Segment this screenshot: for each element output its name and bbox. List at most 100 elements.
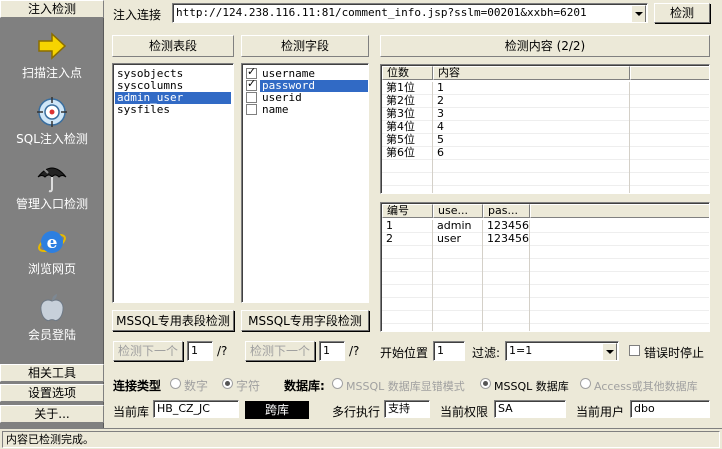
grid-cell: 第1位 [386, 81, 415, 94]
grid-cell: 1 [437, 81, 444, 94]
detect-button[interactable]: 检测 [654, 3, 710, 23]
multi-exec-label: 多行执行 [332, 405, 381, 419]
permission-input[interactable]: SA [494, 400, 566, 418]
stop-on-error-checkbox[interactable] [629, 345, 640, 356]
grid-column-header[interactable]: pas... [483, 204, 530, 218]
url-value: http://124.238.116.11:81/comment_info.js… [176, 6, 587, 19]
grid-cell: 2 [437, 94, 444, 107]
db-mssql-error-radio[interactable] [332, 378, 343, 389]
grid-column-line [482, 220, 483, 331]
sidebar-tool-scan[interactable]: 扫描注入点 [0, 24, 104, 88]
sidebar-tool-label: 浏览网页 [27, 262, 76, 276]
database-label: 数据库: [284, 379, 325, 393]
db-mssql-error-label: MSSQL 数据库显错模式 [346, 380, 465, 393]
grid-column-line [432, 82, 433, 193]
start-position-input[interactable]: 1 [433, 341, 465, 361]
tables-panel-header: 检测表段 [112, 35, 234, 57]
grid-cell: 4 [437, 120, 444, 133]
filter-label: 过滤: [472, 346, 501, 360]
sidebar-tab-related-tools[interactable]: 相关工具 [0, 364, 104, 382]
sidebar-tool-sql[interactable]: SQL注入检测 [0, 90, 104, 154]
start-position-label: 开始位置 [380, 346, 429, 360]
db-access-label: Access或其他数据库 [594, 380, 698, 393]
field-name: name [262, 103, 289, 116]
sidebar-tab-injection[interactable]: 注入检测 [0, 0, 104, 18]
permission-label: 当前权限 [440, 405, 489, 419]
grid-header-filler [530, 204, 709, 218]
mssql-tables-detect-button[interactable]: MSSQL专用表段检测 [112, 310, 234, 331]
next-table-count-input[interactable]: 1 [187, 341, 213, 361]
sidebar-tab-about[interactable]: 关于... [0, 405, 104, 423]
current-db-input[interactable]: HB_CZ_JC [153, 400, 239, 418]
ie-browser-icon: e [38, 231, 66, 253]
detect-next-table-button[interactable]: 检测下一个 [113, 341, 183, 361]
status-bar: 内容已检测完成。 [0, 428, 722, 449]
grid-cell: 第2位 [386, 94, 415, 107]
content-panel-header: 检测内容 (2/2) [380, 35, 710, 57]
sidebar-tool-label: SQL注入检测 [16, 132, 88, 146]
conn-type-string-label: 字符 [236, 379, 261, 393]
fields-listbox[interactable]: usernamepassworduseridname [241, 63, 369, 303]
grid-column-line [529, 220, 530, 331]
grid-cell: 1 [386, 219, 393, 232]
url-input[interactable]: http://124.238.116.11:81/comment_info.js… [172, 3, 648, 23]
grid-cell: 5 [437, 133, 444, 146]
tables-listbox[interactable]: sysobjects syscolumns admin_user sysfiles [112, 63, 234, 303]
grid-cell: 3 [437, 107, 444, 120]
db-mssql-label: MSSQL 数据库 [494, 380, 569, 393]
next-field-count-input[interactable]: 1 [319, 341, 345, 361]
grid-cell: 第6位 [386, 146, 415, 159]
stop-on-error-label: 错误时停止 [644, 346, 705, 360]
conn-type-string-radio[interactable] [222, 378, 233, 389]
filter-dropdown-arrow-icon[interactable] [602, 343, 617, 360]
table-list-item[interactable]: sysfiles [115, 104, 231, 116]
sidebar-tool-admin-entry[interactable]: 管理入口检测 [0, 155, 104, 219]
grid-cell: 第3位 [386, 107, 415, 120]
sidebar-tool-member-login[interactable]: 会员登陆 [0, 286, 104, 350]
umbrella-icon [37, 167, 67, 193]
cross-db-button[interactable]: 跨库 [245, 401, 309, 419]
url-label: 注入连接 [113, 8, 162, 22]
sidebar-tool-label: 会员登陆 [27, 328, 76, 342]
sidebar-tool-browse[interactable]: e 浏览网页 [0, 220, 104, 284]
svg-text:e: e [47, 233, 58, 253]
next-field-total: /? [349, 344, 360, 358]
grid-cell: admin [437, 219, 472, 232]
multi-exec-input[interactable]: 支持 [384, 400, 430, 418]
fields-panel-header: 检测字段 [241, 35, 369, 57]
sidebar-tab-settings[interactable]: 设置选项 [0, 384, 104, 402]
next-table-total: /? [217, 344, 228, 358]
status-text: 内容已检测完成。 [2, 431, 720, 448]
url-dropdown-arrow-icon[interactable] [631, 5, 646, 22]
result-grid[interactable]: 编号 use... pas... 1 admin 123456 2 user 123456 [380, 202, 710, 332]
connection-type-label: 连接类型 [113, 379, 162, 393]
db-mssql-radio[interactable] [480, 378, 491, 389]
sidebar-tool-label: 扫描注入点 [21, 66, 82, 80]
current-user-label: 当前用户 [576, 405, 625, 419]
grid-cell: 第4位 [386, 120, 415, 133]
grid-cell: 6 [437, 146, 444, 159]
conn-type-number-radio[interactable] [170, 378, 181, 389]
grid-column-header[interactable]: 位数 [382, 66, 433, 80]
grid-cell: 2 [386, 232, 393, 245]
db-access-radio[interactable] [580, 378, 591, 389]
sidebar: 注入检测 扫描注入点 SQL注入检测 管理入口检测 e 浏览网页 会员登陆 相关… [0, 0, 104, 428]
arrow-right-icon [38, 32, 67, 60]
field-checkbox[interactable] [246, 92, 257, 103]
grid-column-line [629, 82, 630, 193]
field-checkbox[interactable] [246, 78, 257, 91]
grid-column-header[interactable]: 编号 [382, 204, 433, 218]
grid-cell: user [437, 232, 461, 245]
mssql-fields-detect-button[interactable]: MSSQL专用字段检测 [241, 310, 369, 331]
position-content-grid[interactable]: 位数 内容 第1位 1 第2位 2 第3位 3 第4位 4 第5位 5 第6位 6 [380, 64, 710, 194]
grid-cell: 123456 [487, 219, 529, 232]
field-checkbox[interactable] [246, 104, 257, 115]
current-user-input[interactable]: dbo [630, 400, 710, 418]
detect-next-field-button[interactable]: 检测下一个 [245, 341, 315, 361]
apple-icon [40, 294, 64, 321]
grid-column-header[interactable]: 内容 [433, 66, 630, 80]
field-list-item[interactable]: name [244, 104, 366, 116]
filter-select[interactable]: 1=1 [505, 341, 619, 361]
grid-column-header[interactable]: use... [433, 204, 483, 218]
conn-type-number-label: 数字 [184, 379, 209, 393]
